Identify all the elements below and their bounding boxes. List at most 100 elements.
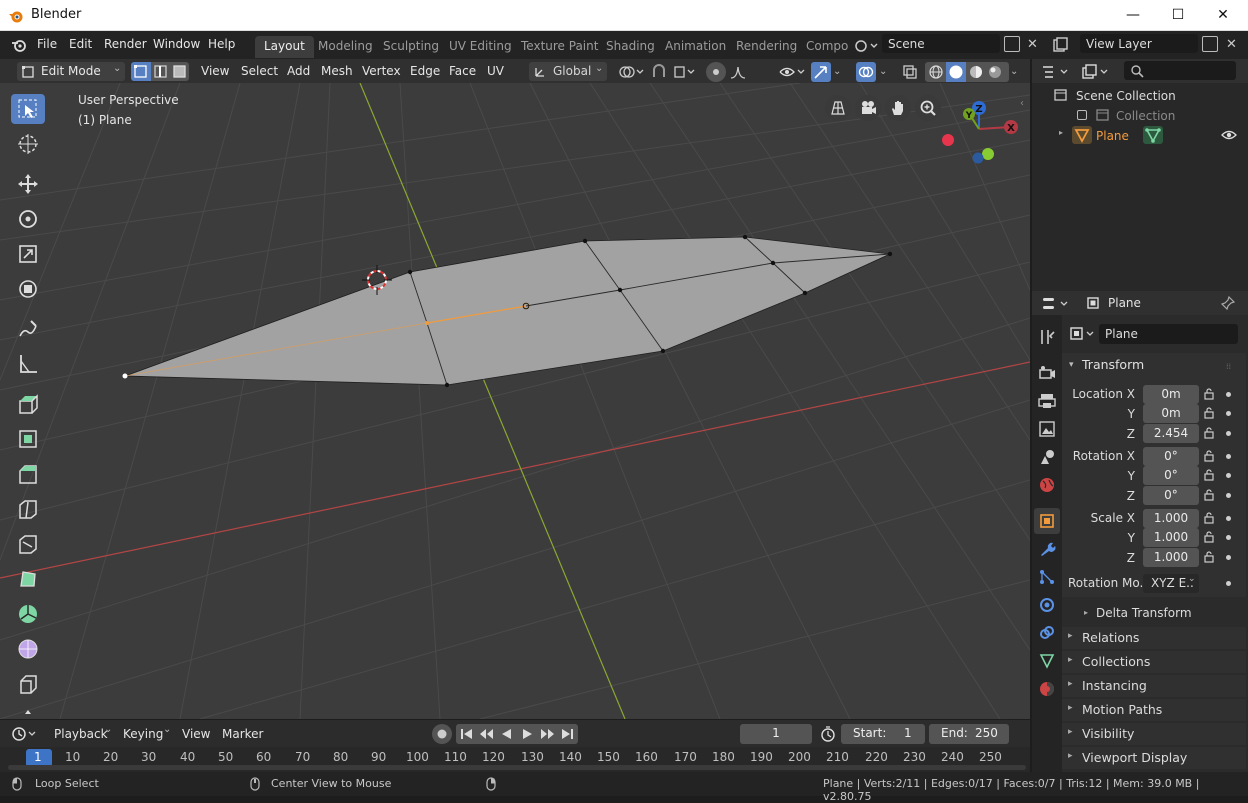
constraint-properties-tab[interactable] [1034,620,1060,646]
keyframe-dot[interactable] [1226,411,1231,416]
display-mode-icon[interactable] [1080,63,1112,81]
rotate-tool[interactable] [11,204,45,234]
overlays-toggle-icon[interactable] [856,62,876,82]
keyframe-dot[interactable] [1226,516,1231,521]
viewport-menu-uv[interactable]: UV [487,64,504,78]
keyframe-dot[interactable] [1226,493,1231,498]
material-shading-icon[interactable] [967,63,985,81]
lock-icon[interactable] [1203,469,1215,481]
camera-view-icon[interactable] [855,95,881,121]
physics-properties-tab[interactable] [1034,592,1060,618]
annotate-tool[interactable] [11,314,45,344]
keyframe-dot[interactable] [1226,535,1231,540]
lock-icon[interactable] [1203,450,1215,462]
menu-edit[interactable]: Edit [69,37,92,51]
prev-keyframe-icon[interactable] [478,726,496,742]
jump-end-icon[interactable] [558,726,576,742]
vertex-select-button[interactable] [131,62,151,81]
menu-render[interactable]: Render [104,37,147,51]
measure-tool[interactable] [11,349,45,379]
inset-tool[interactable] [11,424,45,454]
keyframe-dot[interactable] [1226,473,1231,478]
rendered-shading-icon[interactable] [986,63,1004,81]
expand-arrow-icon[interactable]: ▸ [1084,608,1088,617]
view-layer-selector-icon[interactable] [1051,36,1077,55]
outliner-plane[interactable]: Plane [1096,129,1129,143]
lock-icon[interactable] [1203,427,1215,439]
tab-animation[interactable]: Animation [656,36,735,58]
timeline-scrollbar[interactable] [8,765,1026,770]
transform-tool[interactable] [11,274,45,304]
rotation-mode-select[interactable]: XYZ E.. ⌄ [1143,574,1199,593]
scale-tool[interactable] [11,239,45,269]
gizmo-neg-x-handle[interactable] [942,134,954,146]
scene-selector-icon[interactable] [853,36,879,55]
outliner-editor-type-icon[interactable] [1040,63,1072,81]
new-scene-icon[interactable] [1004,36,1020,52]
start-frame-field[interactable]: Start: 1 [841,724,925,744]
material-properties-tab[interactable] [1034,676,1060,702]
tab-rendering[interactable]: Rendering [727,36,806,58]
keyframe-dot[interactable] [1226,555,1231,560]
select-box-tool[interactable] [11,94,45,124]
next-keyframe-icon[interactable] [538,726,556,742]
rotation-y-field[interactable]: 0° [1143,466,1199,485]
poly-build-tool[interactable] [11,564,45,594]
chevron-down-icon[interactable]: ⌄ [833,66,841,77]
edge-select-button[interactable] [151,62,170,81]
wireframe-shading-icon[interactable] [927,63,945,81]
gizmo-neg-y-handle[interactable] [982,148,994,160]
bevel-tool[interactable] [11,459,45,489]
timeline-menu-playback[interactable]: Playback [54,727,108,741]
play-reverse-icon[interactable] [498,726,516,742]
lock-icon[interactable] [1203,531,1215,543]
particles-properties-tab[interactable] [1034,564,1060,590]
gizmo-neg-z-handle[interactable] [972,152,984,164]
lock-icon[interactable] [1203,551,1215,563]
maximize-button[interactable]: ☐ [1155,0,1201,30]
mesh-data-icon[interactable] [1143,126,1163,144]
viewport-scene[interactable] [0,83,1030,719]
scene-name-field[interactable]: Scene [882,34,1000,53]
pin-icon[interactable] [1220,295,1236,311]
tab-modeling[interactable]: Modeling [309,36,382,58]
location-z-field[interactable]: 2.454 [1143,424,1199,443]
move-tool[interactable] [11,169,45,199]
pan-view-icon[interactable] [885,95,911,121]
snap-target-icon[interactable] [672,63,698,81]
viewport-menu-view[interactable]: View [201,64,229,78]
gizmo-toggle-icon[interactable] [811,62,831,82]
play-icon[interactable] [518,726,536,742]
active-vertex[interactable] [122,373,128,379]
panel-visibility[interactable]: ▸ Visibility [1062,723,1246,745]
panel-motion-paths[interactable]: ▸ Motion Paths [1062,699,1246,721]
collection-exclude-checkbox[interactable] [1077,110,1087,120]
minimize-button[interactable]: — [1110,0,1156,30]
properties-editor-type-icon[interactable] [1040,295,1072,313]
shrink-fatten-tool[interactable] [11,669,45,699]
viewport-menu-mesh[interactable]: Mesh [321,64,353,78]
panel-instancing[interactable]: ▸ Instancing [1062,675,1246,697]
keyframe-dot[interactable] [1226,581,1231,586]
render-properties-tab[interactable] [1034,360,1060,386]
record-button[interactable] [432,724,452,744]
tab-uv-editing[interactable]: UV Editing [440,36,521,58]
end-frame-field[interactable]: End: 250 [929,724,1009,744]
outliner-collection[interactable]: Collection [1116,109,1175,123]
mesh-plane[interactable] [124,236,892,386]
loop-cut-tool[interactable] [11,494,45,524]
toggle-ortho-icon[interactable] [825,95,851,121]
xray-toggle-icon[interactable] [901,63,919,81]
menu-window[interactable]: Window [153,37,200,51]
menu-help[interactable]: Help [208,37,235,51]
keyframe-dot[interactable] [1226,392,1231,397]
location-y-field[interactable]: 0m [1143,404,1199,423]
timeline-menu-keying[interactable]: Keying [123,727,163,741]
tab-layout[interactable]: Layout [255,36,314,58]
expand-arrow-icon[interactable]: ▸ [1059,128,1063,137]
menu-file[interactable]: File [37,37,57,51]
viewport-menu-edge[interactable]: Edge [410,64,440,78]
panel-collections[interactable]: ▸ Collections [1062,651,1246,673]
lock-icon[interactable] [1203,489,1215,501]
solid-shading-icon[interactable] [946,62,966,82]
